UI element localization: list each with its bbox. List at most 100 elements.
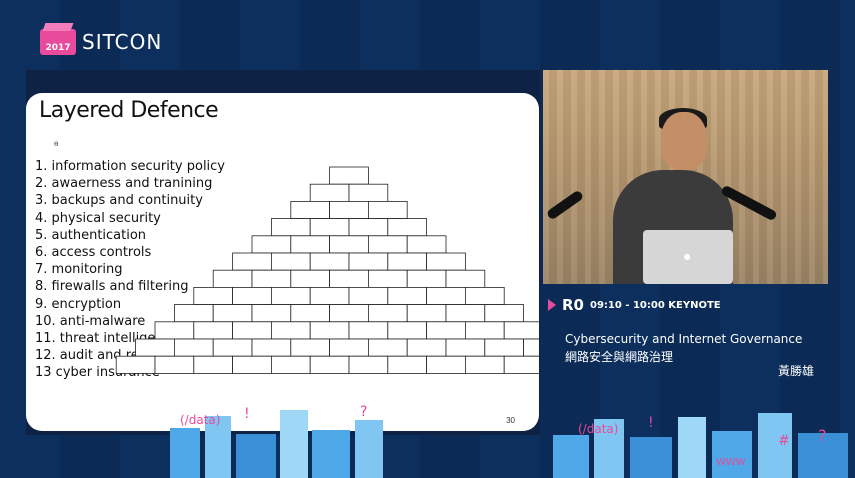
pyramid-brick — [329, 304, 369, 323]
pyramid-brick — [406, 338, 447, 357]
pyramid-brick — [348, 218, 389, 237]
session-time: 09:10 - 10:00 KEYNOTE — [590, 299, 721, 311]
pyramid-brick — [309, 218, 350, 237]
pyramid-brick — [348, 321, 389, 340]
speaker-name: 黃勝雄 — [777, 364, 814, 378]
city-text: ? — [818, 426, 827, 445]
pyramid-brick — [445, 338, 486, 357]
city-building — [712, 431, 752, 478]
apple-logo-icon: ● — [683, 248, 692, 264]
pyramid-brick — [329, 269, 369, 288]
pyramid-brick — [290, 304, 330, 323]
city-building — [280, 410, 308, 478]
city-text: ! — [648, 415, 654, 431]
pyramid-brick — [193, 321, 234, 340]
pyramid-brick — [464, 321, 505, 340]
speaker-video: ● — [543, 70, 828, 284]
pyramid-brick — [270, 252, 311, 271]
pyramid-brick — [270, 355, 311, 374]
pyramid-brick — [503, 321, 539, 340]
pyramid-brick — [135, 338, 175, 357]
pyramid-brick — [309, 355, 350, 374]
pyramid-brick — [406, 235, 447, 254]
city-decoration-right: (/data) ! # ? WWW — [553, 413, 848, 478]
pyramid-brick — [232, 252, 272, 271]
pyramid-brick — [309, 321, 350, 340]
pyramid-brick — [290, 235, 330, 254]
laptop: ● — [643, 230, 733, 284]
city-text: (/data) — [180, 413, 220, 427]
pyramid-brick — [348, 355, 389, 374]
play-arrow-icon — [548, 299, 556, 311]
pyramid-brick — [348, 286, 389, 305]
slide-page-number: 30 — [506, 416, 515, 425]
pyramid-brick — [348, 252, 389, 271]
logo-text: SITCON — [82, 30, 163, 54]
pyramid-brick — [309, 286, 350, 305]
pyramid-brick — [212, 304, 253, 323]
pyramid-brick — [232, 286, 272, 305]
pyramid-brick — [426, 355, 466, 374]
pyramid-brick — [193, 355, 234, 374]
pyramid-brick — [426, 252, 466, 271]
room-label: R0 — [562, 296, 584, 314]
pyramid-brick — [387, 252, 427, 271]
pyramid-brick — [367, 201, 408, 220]
pyramid-brick — [387, 355, 427, 374]
city-building — [312, 430, 350, 478]
pyramid-brick — [290, 338, 330, 357]
talk-title-en: Cybersecurity and Internet Governance — [565, 332, 803, 346]
city-text: ! — [244, 406, 250, 422]
pyramid-brick — [445, 269, 486, 288]
pyramid-brick — [193, 286, 234, 305]
pyramid-brick — [426, 286, 466, 305]
talk-title-zh: 網路安全與網路治理 — [565, 350, 674, 364]
pyramid-brick — [406, 269, 447, 288]
pyramid-brick — [154, 355, 195, 374]
city-text: # — [778, 433, 790, 449]
pyramid-brick — [426, 321, 466, 340]
pyramid-brick — [154, 321, 195, 340]
city-building — [355, 420, 383, 478]
pyramid-brick — [309, 183, 350, 202]
pyramid-brick — [329, 201, 369, 220]
pyramid-brick — [173, 338, 214, 357]
pyramid-brick — [251, 338, 292, 357]
pyramid-brick — [329, 338, 369, 357]
city-decoration-left: (/data) ! ? — [170, 404, 383, 478]
pyramid-brick — [212, 338, 253, 357]
pyramid-brick — [232, 355, 272, 374]
pyramid-brick — [464, 355, 505, 374]
pyramid-brick — [329, 166, 369, 185]
pyramid-brick — [115, 355, 156, 374]
pyramid-brick — [406, 304, 447, 323]
pyramid-brick — [445, 304, 486, 323]
logo-badge: 2017 — [40, 29, 76, 55]
pyramid-brick — [251, 269, 292, 288]
city-text: (/data) — [578, 422, 618, 436]
pyramid-brick — [387, 321, 427, 340]
pyramid-brick — [484, 338, 524, 357]
pyramid-brick — [367, 269, 408, 288]
pyramid-brick — [212, 269, 253, 288]
pyramid-brick — [232, 321, 272, 340]
pyramid-brick — [484, 304, 524, 323]
pyramid-brick — [290, 201, 330, 220]
pyramid-brick — [503, 355, 539, 374]
city-text: WWW — [716, 457, 746, 468]
city-building — [170, 428, 200, 478]
speaker-head — [661, 112, 707, 170]
city-building — [553, 435, 589, 478]
presentation-slide: Layered Defence ɵ 1. information securit… — [26, 93, 539, 431]
pyramid-brick — [309, 252, 350, 271]
pyramid-brick — [270, 321, 311, 340]
layered-pyramid-diagram — [115, 166, 539, 374]
city-text: ? — [360, 404, 367, 420]
pyramid-brick — [270, 286, 311, 305]
pyramid-brick — [367, 235, 408, 254]
pyramid-brick — [270, 218, 311, 237]
pyramid-brick — [251, 235, 292, 254]
pyramid-brick — [367, 304, 408, 323]
pyramid-brick — [464, 286, 505, 305]
session-info: R0 09:10 - 10:00 KEYNOTE Cybersecurity a… — [548, 296, 838, 386]
